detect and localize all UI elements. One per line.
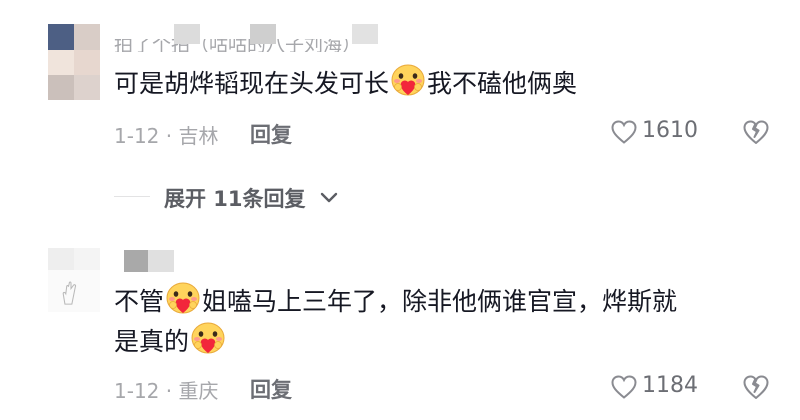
comment-text-part: 可是胡烨韬现在头发可长 xyxy=(114,69,390,98)
heart-outline-icon[interactable] xyxy=(610,119,638,145)
broken-heart-icon[interactable] xyxy=(742,373,770,401)
expand-divider xyxy=(114,196,150,197)
comment-date-location: 1-12 · 吉林 xyxy=(114,124,219,148)
like-count: 1184 xyxy=(642,373,698,398)
heart-hug-emoji-icon xyxy=(390,64,426,98)
heart-hug-emoji-icon xyxy=(190,322,226,356)
comment-text: 可是胡烨韬现在头发可长 我不磕他俩奥 xyxy=(114,64,577,103)
comment-text-part: 姐嗑马上三年了，除非他俩谁官宣，烨斯就 xyxy=(202,287,678,316)
comment-text-part: 我不磕他俩奥 xyxy=(427,69,578,98)
comment-text: 是真的 xyxy=(114,322,227,361)
username-redaction xyxy=(174,24,384,54)
username-redaction xyxy=(124,250,184,274)
heart-hug-emoji-icon xyxy=(165,282,201,316)
comment-text: 不管 姐嗑马上三年了，除非他俩谁官宣，烨斯就 xyxy=(114,282,677,321)
heart-outline-icon[interactable] xyxy=(610,374,638,400)
expand-replies-button[interactable]: 展开 11条回复 xyxy=(164,183,306,213)
avatar[interactable] xyxy=(48,24,100,100)
comment-date-location: 1-12 · 重庆 xyxy=(114,379,219,403)
comment-text-part: 是真的 xyxy=(114,327,190,356)
comment-text-part: 不管 xyxy=(114,287,165,316)
like-count: 1610 xyxy=(642,118,698,143)
avatar-hand-icon xyxy=(62,281,77,305)
reply-button[interactable]: 回复 xyxy=(250,374,292,404)
reply-button[interactable]: 回复 xyxy=(250,119,292,149)
chevron-down-icon[interactable] xyxy=(318,186,340,208)
broken-heart-icon[interactable] xyxy=(742,118,770,146)
